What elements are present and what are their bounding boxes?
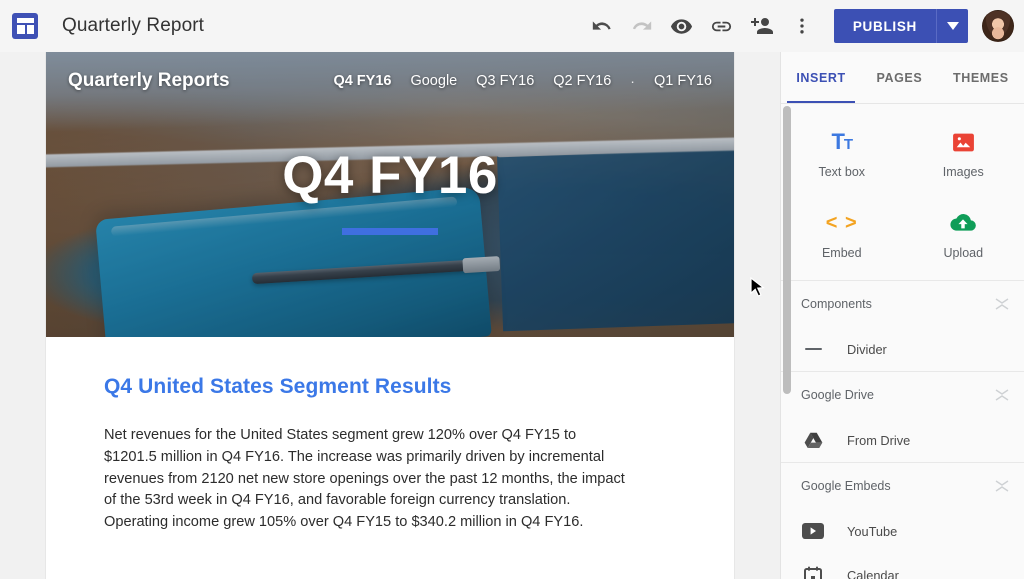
insert-youtube-label: YouTube <box>847 523 898 539</box>
logo-top-bar <box>16 18 34 23</box>
sidebar-scrollbar-thumb[interactable] <box>783 106 791 394</box>
insert-divider-item[interactable]: Divider <box>781 327 1024 371</box>
section-google-drive-title: Google Drive <box>801 388 874 402</box>
insert-upload-button[interactable]: Upload <box>903 203 1024 266</box>
mouse-pointer <box>750 276 766 304</box>
tab-pages[interactable]: PAGES <box>861 52 938 103</box>
more-options-button[interactable] <box>782 6 822 46</box>
divider-line-glyph <box>804 348 822 350</box>
insert-from-drive-label: From Drive <box>847 432 911 448</box>
embed-code-icon: < > <box>826 209 858 237</box>
insert-divider-label: Divider <box>847 341 887 357</box>
section-components: Components Divider <box>781 280 1024 371</box>
section-google-embeds-title: Google Embeds <box>801 479 891 493</box>
insert-embed-label: Embed <box>821 246 862 260</box>
section-components-title: Components <box>801 297 872 311</box>
section-google-embeds: Google Embeds YouTube Calendar <box>781 462 1024 579</box>
collapse-icon[interactable] <box>994 387 1010 403</box>
hero-title-rule <box>342 227 438 235</box>
link-icon <box>712 21 732 31</box>
caret-down-icon <box>946 22 959 30</box>
insert-text-box-label: Text box <box>818 165 866 179</box>
article-section: Q4 United States Segment Results Net rev… <box>46 337 734 534</box>
undo-button[interactable] <box>582 6 622 46</box>
canvas-area: Quarterly Reports Q4 FY16 Google Q3 FY16… <box>0 52 780 579</box>
embed-glyph: < > <box>825 212 858 234</box>
hero-banner[interactable]: Quarterly Reports Q4 FY16 Google Q3 FY16… <box>46 52 734 337</box>
insert-images-button[interactable]: Images <box>903 122 1024 185</box>
upload-cloud-icon <box>950 209 977 237</box>
eye-preview-icon <box>671 18 693 34</box>
logo-panel-left <box>16 25 26 34</box>
section-google-drive-header[interactable]: Google Drive <box>781 372 1024 418</box>
calendar-icon <box>801 566 825 579</box>
sidebar-scrollbar[interactable] <box>783 104 791 579</box>
youtube-icon <box>801 523 825 539</box>
hero-title-block: Q4 FY16 <box>46 52 734 337</box>
collapse-icon[interactable] <box>994 296 1010 312</box>
undo-icon <box>592 21 611 30</box>
avatar[interactable] <box>982 10 1014 42</box>
insert-quick-actions: TT Text box Images < > Embed Upload <box>781 104 1024 280</box>
share-add-person-button[interactable] <box>742 6 782 46</box>
insert-embed-button[interactable]: < > Embed <box>781 203 903 266</box>
section-google-embeds-header[interactable]: Google Embeds <box>781 463 1024 509</box>
preview-button[interactable] <box>662 6 702 46</box>
sites-logo-glyph <box>16 18 34 34</box>
redo-icon <box>632 21 652 30</box>
insert-text-box-button[interactable]: TT Text box <box>781 122 903 185</box>
tab-insert[interactable]: INSERT <box>781 52 861 103</box>
sidebar-tabs: INSERT PAGES THEMES <box>781 52 1024 104</box>
hero-title[interactable]: Q4 FY16 <box>282 145 498 206</box>
article-heading[interactable]: Q4 United States Segment Results <box>104 375 676 399</box>
insert-calendar-label: Calendar <box>847 567 899 579</box>
insert-calendar-item[interactable]: Calendar <box>781 553 1024 579</box>
workspace: Quarterly Reports Q4 FY16 Google Q3 FY16… <box>0 52 1024 579</box>
section-components-header[interactable]: Components <box>781 281 1024 327</box>
article-body-text[interactable]: Net revenues for the United States segme… <box>104 425 629 534</box>
insert-from-drive-item[interactable]: From Drive <box>781 418 1024 462</box>
publish-group: PUBLISH <box>833 9 968 43</box>
collapse-icon[interactable] <box>994 478 1010 494</box>
app-root: Quarterly Report PUBLISH Quarterly Repor… <box>0 0 1024 579</box>
publish-dropdown-button[interactable] <box>936 9 968 43</box>
divider-icon <box>801 348 825 350</box>
more-vert-icon <box>800 18 804 34</box>
top-toolbar: Quarterly Report PUBLISH <box>0 0 1024 52</box>
insert-sidebar: INSERT PAGES THEMES TT Text box Images <… <box>780 52 1024 579</box>
insert-images-label: Images <box>942 165 984 179</box>
text-box-glyph: TT <box>831 129 853 154</box>
tab-themes[interactable]: THEMES <box>938 52 1024 103</box>
redo-button[interactable] <box>622 6 662 46</box>
insert-youtube-item[interactable]: YouTube <box>781 509 1024 553</box>
sites-layout-icon[interactable] <box>12 13 38 39</box>
google-drive-icon <box>801 432 825 449</box>
section-google-drive: Google Drive From Drive <box>781 371 1024 462</box>
insert-upload-label: Upload <box>943 246 984 260</box>
site-page-preview[interactable]: Quarterly Reports Q4 FY16 Google Q3 FY16… <box>46 52 734 579</box>
copy-link-button[interactable] <box>702 6 742 46</box>
images-icon <box>951 128 976 156</box>
logo-bottom-bars <box>16 25 34 34</box>
add-person-icon <box>750 18 773 34</box>
text-box-icon: TT <box>831 128 853 156</box>
publish-button[interactable]: PUBLISH <box>833 9 936 43</box>
sidebar-scroll-region: TT Text box Images < > Embed Upload Comp… <box>781 104 1024 579</box>
logo-panel-right <box>27 25 34 34</box>
page-title: Quarterly Report <box>62 15 205 36</box>
